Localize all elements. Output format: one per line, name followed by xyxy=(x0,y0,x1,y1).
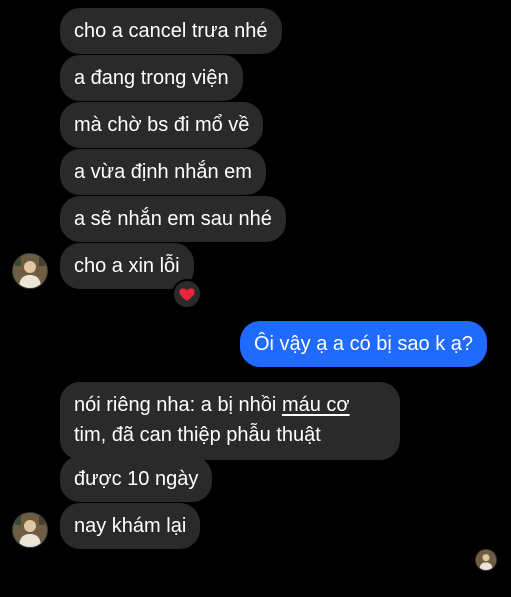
message-text: a sẽ nhắn em sau nhé xyxy=(74,208,272,230)
message-text: nói riêng nha: a bị nhồi xyxy=(74,394,282,416)
contact-avatar[interactable] xyxy=(12,253,48,289)
message-text: nay khám lại xyxy=(74,515,187,537)
message-text: tim, đã can thiệp phẫu thuật xyxy=(74,424,321,446)
message-text: cho a xin lỗi xyxy=(74,255,180,277)
message-text: a đang trong viện xyxy=(74,67,229,89)
message-bubble-incoming[interactable]: a vừa định nhắn em xyxy=(60,149,266,195)
message-text: mà chờ bs đi mổ về xyxy=(74,114,250,136)
message-bubble-incoming[interactable]: cho a cancel trưa nhé xyxy=(60,8,282,54)
message-text: Ôi vậy ạ a có bị sao k ạ? xyxy=(254,333,474,355)
message-text: cho a cancel trưa nhé xyxy=(74,20,268,42)
red-heart-icon xyxy=(179,288,195,301)
message-text: được 10 ngày xyxy=(74,468,199,490)
person-avatar-icon xyxy=(476,550,496,570)
message-bubble-outgoing[interactable]: Ôi vậy ạ a có bị sao k ạ? xyxy=(240,321,488,367)
message-bubble-incoming[interactable]: được 10 ngày xyxy=(60,456,213,502)
message-text: a vừa định nhắn em xyxy=(74,161,252,183)
message-bubble-incoming[interactable]: nay khám lại xyxy=(60,503,201,549)
message-bubble-incoming[interactable]: mà chờ bs đi mổ về xyxy=(60,102,264,148)
read-receipt-avatar xyxy=(475,549,497,571)
message-reaction[interactable] xyxy=(172,279,202,309)
message-bubble-incoming[interactable]: a đang trong viện xyxy=(60,55,243,101)
chat-thread: cho a cancel trưa nhé a đang trong viện … xyxy=(0,0,511,597)
contact-avatar[interactable] xyxy=(12,512,48,548)
message-bubble-incoming[interactable]: nói riêng nha: a bị nhồi máu cơ tim, đã … xyxy=(60,382,400,460)
person-avatar-icon xyxy=(13,254,47,288)
message-bubble-incoming[interactable]: cho a xin lỗi xyxy=(60,243,194,289)
person-avatar-icon xyxy=(13,513,47,547)
message-bubble-incoming[interactable]: a sẽ nhắn em sau nhé xyxy=(60,196,286,242)
message-link[interactable]: máu cơ xyxy=(282,394,350,416)
